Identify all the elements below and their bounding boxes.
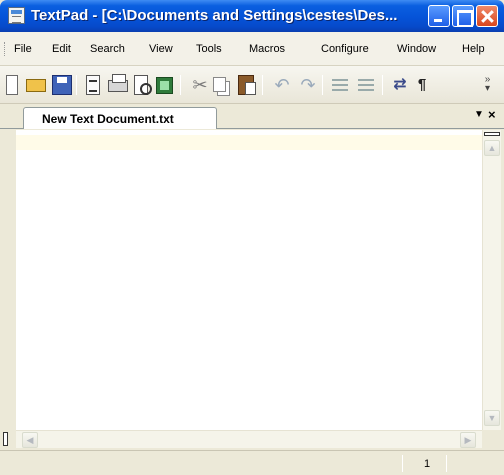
scrollbar-corner <box>482 430 501 448</box>
document-tab-strip: New Text Document.txt ▼ × <box>0 104 504 129</box>
save-disk-icon[interactable] <box>52 75 72 95</box>
scroll-up-button[interactable]: ▲ <box>484 140 500 156</box>
textpad-app-icon[interactable] <box>8 7 25 24</box>
indent-icon[interactable] <box>332 79 348 91</box>
green-view-icon[interactable] <box>156 77 173 94</box>
word-wrap-icon[interactable]: ⇄ <box>390 75 410 95</box>
current-line-highlight <box>16 135 482 150</box>
copy-icon[interactable] <box>213 77 226 92</box>
menu-grip-handle[interactable] <box>4 42 6 56</box>
pilcrow-icon[interactable]: ¶ <box>412 75 432 95</box>
menu-search[interactable]: Search <box>90 43 125 55</box>
toolbar-separator <box>76 75 77 95</box>
toolbar-separator <box>262 75 263 95</box>
status-separator <box>446 455 447 472</box>
text-editor[interactable] <box>16 130 482 430</box>
toolbar-separator <box>322 75 323 95</box>
menu-configure[interactable]: Configure <box>321 43 369 55</box>
print-preview-icon[interactable] <box>134 75 152 95</box>
minimize-button[interactable] <box>428 5 450 27</box>
menu-help[interactable]: Help <box>462 43 485 55</box>
title-bar[interactable]: TextPad - [C:\Documents and Settings\ces… <box>0 0 504 32</box>
vertical-scrollbar[interactable]: ▲ ▼ <box>482 130 501 430</box>
close-document-icon[interactable]: × <box>488 107 496 122</box>
outdent-icon[interactable] <box>358 79 374 91</box>
horizontal-scrollbar[interactable]: ◀ ▶ <box>16 430 482 448</box>
tab-list-dropdown-icon[interactable]: ▼ <box>474 109 484 120</box>
paste-icon[interactable] <box>238 75 256 95</box>
horizontal-split-handle[interactable] <box>3 432 8 446</box>
scroll-left-button[interactable]: ◀ <box>22 432 38 448</box>
toolbar-overflow-icon[interactable]: » ▾ <box>480 75 494 95</box>
vertical-split-handle[interactable] <box>484 132 500 136</box>
scroll-down-button[interactable]: ▼ <box>484 410 500 426</box>
toolbar: ✂ ↶ ↷ ⇄ ¶ » ▾ <box>0 66 504 104</box>
status-line-number: 1 <box>424 458 431 470</box>
document-properties-icon[interactable] <box>86 75 100 95</box>
close-button[interactable] <box>476 5 498 27</box>
menu-file[interactable]: File <box>14 43 32 55</box>
menu-view[interactable]: View <box>149 43 173 55</box>
tab-new-text-document[interactable]: New Text Document.txt <box>23 107 217 129</box>
menu-macros[interactable]: Macros <box>249 43 285 55</box>
scissors-icon[interactable]: ✂ <box>190 75 210 95</box>
new-document-icon[interactable] <box>6 75 18 95</box>
toolbar-separator <box>382 75 383 95</box>
printer-icon[interactable] <box>108 74 128 92</box>
window-title: TextPad - [C:\Documents and Settings\ces… <box>31 7 398 24</box>
status-bar: 1 <box>0 450 504 475</box>
menu-bar: File Edit Search View Tools Macros Confi… <box>0 32 504 66</box>
toolbar-separator <box>180 75 181 95</box>
menu-window[interactable]: Window <box>397 43 436 55</box>
editor-left-gutter <box>0 130 16 430</box>
scroll-right-button[interactable]: ▶ <box>460 432 476 448</box>
menu-edit[interactable]: Edit <box>52 43 71 55</box>
menu-tools[interactable]: Tools <box>196 43 222 55</box>
undo-icon[interactable]: ↶ <box>272 75 292 95</box>
open-folder-icon[interactable] <box>26 79 46 92</box>
status-separator <box>402 455 403 472</box>
redo-icon[interactable]: ↷ <box>298 75 318 95</box>
maximize-button[interactable] <box>452 5 474 27</box>
